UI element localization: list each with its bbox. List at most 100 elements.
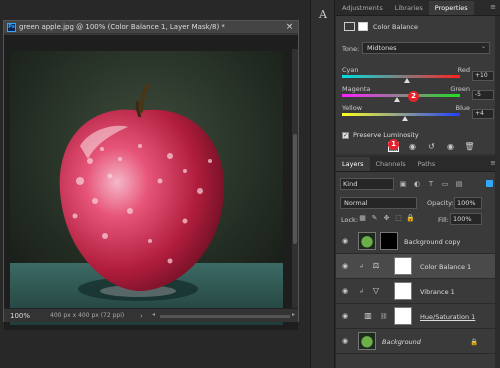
layer-mask-thumbnail[interactable] — [394, 307, 412, 325]
cyan-red-track[interactable] — [342, 75, 460, 78]
tab-channels[interactable]: Channels — [370, 160, 412, 171]
chevron-down-icon: ⌄ — [480, 43, 486, 50]
slider-left-label: Yellow — [342, 104, 363, 112]
tone-select[interactable]: Midtones ⌄ — [362, 42, 490, 54]
preserve-luminosity-checkbox[interactable]: ✓ — [342, 131, 349, 139]
panel-scrollbar[interactable] — [495, 16, 500, 368]
shape-filter-icon[interactable]: ▭ — [440, 179, 450, 189]
layer-name[interactable]: Vibrance 1 — [420, 288, 455, 296]
hue-saturation-icon: ▥ — [364, 311, 372, 320]
layer-name[interactable]: Background — [382, 338, 421, 346]
magenta-green-track[interactable] — [342, 94, 460, 97]
properties-panel: Color Balance Tone: Midtones ⌄ Cyan Red … — [336, 16, 500, 154]
magenta-green-thumb[interactable] — [394, 97, 401, 102]
status-menu-arrow[interactable]: › — [140, 312, 150, 320]
layer-mask-thumbnail[interactable] — [394, 282, 412, 300]
layer-mask-icon[interactable] — [358, 22, 368, 31]
document-tab[interactable]: Ps green apple.jpg @ 100% (Color Balance… — [4, 21, 298, 34]
scroll-left-icon[interactable]: ◂ — [152, 311, 155, 318]
slider-right-label: Green — [450, 85, 470, 93]
layer-name[interactable]: Hue/Saturation 1 — [420, 313, 475, 321]
eye-icon[interactable]: ◉ — [340, 237, 350, 246]
photoshop-file-icon: Ps — [7, 22, 16, 32]
step-badge-1: 1 — [388, 139, 399, 150]
lock-image-icon[interactable]: ✎ — [370, 214, 379, 223]
tone-value: Midtones — [367, 44, 397, 52]
slider-left-label: Magenta — [342, 85, 371, 93]
lock-position-icon[interactable]: ✥ — [382, 214, 391, 223]
smart-object-filter-icon[interactable]: ▤ — [454, 179, 464, 189]
adjustment-filter-icon[interactable]: ◐ — [412, 179, 422, 189]
panel-menu-icon[interactable]: ≡ — [490, 3, 496, 11]
toggle-visibility-icon[interactable]: ◉ — [445, 142, 456, 152]
document-canvas[interactable] — [4, 35, 298, 330]
type-filter-icon[interactable]: T — [426, 179, 436, 189]
opacity-label: Opacity: — [427, 199, 454, 207]
tab-properties[interactable]: Properties — [428, 1, 474, 15]
lock-artboard-icon[interactable]: ⬚ — [394, 214, 403, 223]
layer-row-vibrance[interactable]: ◉ ↲ ▽ Vibrance 1 — [336, 279, 500, 304]
yellow-blue-thumb[interactable] — [401, 116, 408, 121]
filter-toggle[interactable] — [486, 180, 493, 187]
tab-libraries[interactable]: Libraries — [389, 4, 429, 15]
slider-left-label: Cyan — [342, 66, 359, 74]
slider-right-label: Blue — [455, 104, 470, 112]
eye-icon[interactable]: ◉ — [340, 312, 350, 321]
layer-thumbnail[interactable] — [358, 232, 376, 250]
eye-icon[interactable]: ◉ — [340, 287, 350, 296]
layer-list: ◉ Background copy ◉ ↲ ⚖ Color Balance 1 … — [336, 229, 500, 368]
properties-title: Color Balance — [373, 23, 418, 31]
delete-icon[interactable]: 🗑 — [464, 142, 475, 152]
layer-name[interactable]: Color Balance 1 — [420, 263, 471, 271]
color-balance-adjustment-icon — [344, 22, 355, 31]
layer-row-background-copy[interactable]: ◉ Background copy — [336, 229, 500, 254]
magenta-green-value[interactable]: -5 — [472, 90, 494, 100]
layer-row-background[interactable]: ◉ Background 🔒 — [336, 329, 500, 354]
lock-all-icon[interactable]: 🔒 — [406, 214, 415, 223]
preserve-luminosity-row: ✓ Preserve Luminosity — [342, 130, 494, 140]
opacity-input[interactable]: 100% — [454, 197, 482, 209]
tab-adjustments[interactable]: Adjustments — [336, 4, 389, 15]
layer-name[interactable]: Background copy — [404, 238, 460, 246]
view-previous-state-icon[interactable]: ◉ — [407, 142, 418, 152]
cyan-red-thumb[interactable] — [403, 78, 410, 83]
blend-mode-select[interactable]: Normal — [340, 197, 417, 209]
preserve-luminosity-label: Preserve Luminosity — [353, 131, 419, 139]
tab-paths[interactable]: Paths — [412, 160, 442, 171]
clipping-arrow-icon: ↲ — [359, 263, 365, 270]
layers-tabbar: Layers Channels Paths ≡ — [336, 156, 500, 172]
step-badge-2: 2 — [408, 91, 419, 102]
horizontal-scroll-track[interactable] — [160, 315, 290, 318]
vertical-scrollbar[interactable] — [292, 49, 298, 311]
character-panel-icon[interactable]: A — [316, 8, 330, 22]
zoom-level[interactable]: 100% — [10, 312, 50, 320]
yellow-blue-value[interactable]: +4 — [472, 109, 494, 119]
vertical-scroll-thumb[interactable] — [293, 134, 297, 244]
layer-filter-row: Kind ▣ ◐ T ▭ ▤ — [340, 178, 496, 190]
eye-icon[interactable]: ◉ — [340, 262, 350, 271]
canvas-area: Ps green apple.jpg @ 100% (Color Balance… — [0, 0, 310, 368]
close-document-button[interactable]: × — [284, 22, 295, 33]
layer-row-color-balance[interactable]: ◉ ↲ ⚖ Color Balance 1 — [336, 254, 500, 279]
eye-icon[interactable]: ◉ — [340, 337, 350, 346]
filter-kind-select[interactable]: Kind — [340, 178, 394, 190]
document-size: 400 px x 400 px (72 ppi) — [50, 312, 125, 319]
lock-transparent-icon[interactable]: ▦ — [358, 214, 367, 223]
fill-input[interactable]: 100% — [450, 213, 482, 225]
reset-icon[interactable]: ↺ — [426, 142, 437, 152]
tab-layers[interactable]: Layers — [336, 157, 370, 171]
pixel-filter-icon[interactable]: ▣ — [398, 179, 408, 189]
layer-mask-thumbnail[interactable] — [380, 232, 398, 250]
tone-label: Tone: — [342, 45, 360, 53]
clipping-arrow-icon: ↲ — [359, 288, 365, 295]
apple-image[interactable] — [10, 51, 283, 325]
cyan-red-value[interactable]: +10 — [472, 71, 494, 81]
scroll-right-icon[interactable]: ▸ — [292, 311, 295, 318]
yellow-blue-slider-row: Yellow Blue +4 — [342, 104, 494, 126]
lock-label: Lock: — [341, 216, 359, 224]
document-title: green apple.jpg @ 100% (Color Balance 1,… — [19, 23, 225, 31]
layer-row-hue-saturation[interactable]: ◉ ▥ ⛓ Hue/Saturation 1 — [336, 304, 500, 329]
layer-mask-thumbnail[interactable] — [394, 257, 412, 275]
horizontal-scrollbar[interactable]: ◂ ▸ — [152, 311, 295, 320]
layer-thumbnail[interactable] — [358, 332, 376, 350]
